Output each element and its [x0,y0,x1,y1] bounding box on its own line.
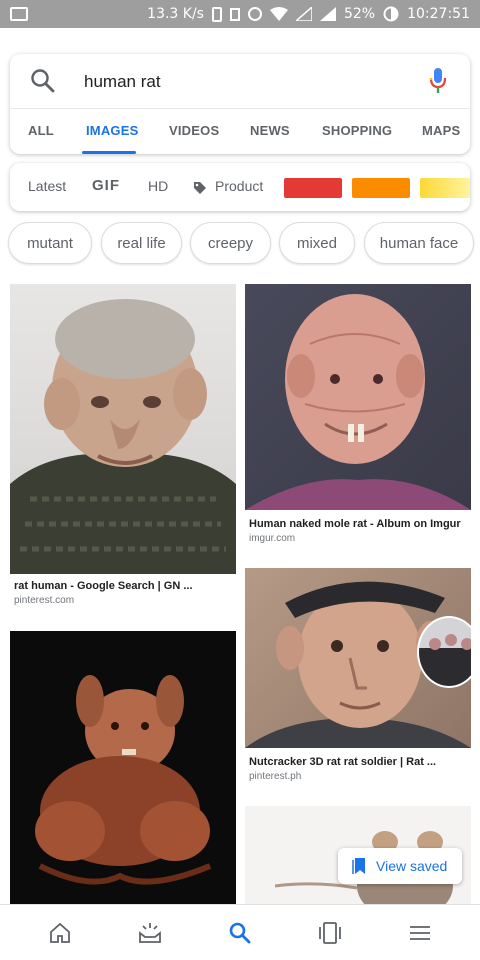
result-image-2[interactable] [245,284,471,510]
result-image-3[interactable] [245,568,471,748]
image-4-picture [35,675,212,885]
bottom-navigation [0,904,480,960]
result-image-4[interactable] [10,631,236,904]
tab-shopping[interactable]: SHOPPING [322,123,392,138]
tab-maps[interactable]: MAPS [422,123,460,138]
search-query[interactable]: human rat [84,72,161,92]
bookmark-icon [352,858,365,874]
chip-human-face[interactable]: human face [364,222,474,264]
search-card: human rat ALL IMAGES VIDEOS NEWS SHOPPIN… [10,54,470,154]
nav-menu[interactable] [406,919,434,947]
nav-updates[interactable] [136,919,164,947]
filter-gif[interactable]: GIF [92,177,120,194]
chip-mutant[interactable]: mutant [8,222,92,264]
filter-latest[interactable]: Latest [28,178,66,194]
result-title: Human naked mole rat - Album on Imgur [249,518,461,530]
filter-product[interactable]: Product [215,178,263,194]
image-2-picture [245,294,471,510]
search-icon[interactable] [30,68,56,94]
result-title: Nutcracker 3D rat rat soldier | Rat ... [249,756,437,768]
updates-icon [139,923,161,943]
search-tabs: ALL IMAGES VIDEOS NEWS SHOPPING MAPS [10,110,470,154]
clock: 10:27:51 [407,6,470,22]
gallery-notification-icon [10,7,28,21]
nav-home[interactable] [46,919,74,947]
search-icon [229,922,251,944]
image-1-picture [10,299,236,574]
alarm-icon [247,7,262,21]
color-filter-yellow[interactable] [420,178,470,198]
color-filter-red[interactable] [284,178,342,198]
chip-real-life[interactable]: real life [101,222,182,264]
menu-icon [410,926,430,940]
view-saved-label: View saved [376,858,448,874]
tab-videos[interactable]: VIDEOS [169,123,219,138]
result-title: rat human - Google Search | GN ... [14,580,193,592]
network-speed: 13.3 K/s [147,6,204,22]
status-bar: 13.3 K/s 52% 10:27:51 [0,0,480,28]
nav-search[interactable] [226,919,254,947]
battery-icon [383,6,399,22]
nav-tabs[interactable] [316,919,344,947]
filter-bar: Latest GIF HD Product [10,163,470,211]
tag-icon [194,182,206,194]
search-bar[interactable]: human rat [10,54,470,109]
wifi-icon [269,7,288,21]
chip-mixed[interactable]: mixed [279,222,355,264]
vibrate-icon [229,7,240,21]
microphone-icon[interactable] [428,66,448,94]
color-filter-orange[interactable] [352,178,410,198]
signal-full-icon [319,7,336,21]
tab-images[interactable]: IMAGES [86,123,138,138]
tab-all[interactable]: ALL [28,123,54,138]
tabs-icon [319,922,341,944]
result-caption-1[interactable]: rat human - Google Search | GN ... pinte… [14,580,234,606]
phone-outline-icon [211,6,222,22]
tab-news[interactable]: NEWS [250,123,290,138]
result-caption-3[interactable]: Nutcracker 3D rat rat soldier | Rat ... … [249,756,469,782]
filter-hd[interactable]: HD [148,178,168,194]
result-source: pinterest.com [14,595,75,606]
active-tab-indicator [82,151,136,154]
result-image-1[interactable] [10,284,236,574]
home-icon [50,922,70,943]
result-source: pinterest.ph [249,771,302,782]
suggestion-chips: mutant real life creepy mixed human face [0,222,480,266]
view-saved-button[interactable]: View saved [338,848,462,884]
chip-creepy[interactable]: creepy [190,222,271,264]
battery-percent: 52% [343,6,376,22]
result-source: imgur.com [249,533,296,544]
result-caption-2[interactable]: Human naked mole rat - Album on Imgur im… [249,518,469,544]
status-bar-right: 13.3 K/s 52% 10:27:51 [147,6,470,22]
signal-icon [295,7,312,21]
